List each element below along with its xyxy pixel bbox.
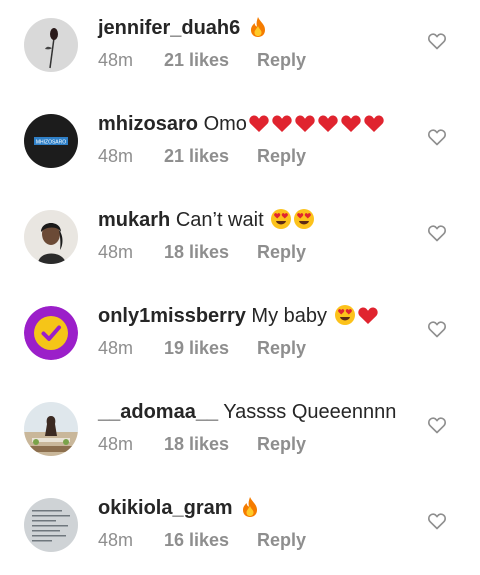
timestamp: 48m bbox=[98, 50, 134, 70]
comment-item: __adomaa__ Yassss Queeennnn 48m 18 likes R… bbox=[0, 384, 480, 480]
comments-list: jennifer_duah6 48m 21 likes Reply MHIZOSAR… bbox=[0, 0, 480, 575]
text-screenshot-avatar-image bbox=[24, 498, 78, 552]
comment-item: only1missberry My baby 48m 19 likes Reply bbox=[0, 288, 480, 384]
like-heart-icon[interactable] bbox=[427, 319, 447, 339]
likes-count[interactable]: 18 likes bbox=[164, 432, 257, 456]
reply-button[interactable]: Reply bbox=[257, 240, 306, 264]
red-heart-emoji-icon bbox=[363, 112, 385, 134]
username[interactable]: only1missberry bbox=[98, 305, 246, 327]
reply-button[interactable]: Reply bbox=[257, 528, 306, 552]
red-heart-emoji-icon bbox=[294, 112, 316, 134]
comment-meta: 48m 18 likes Reply bbox=[98, 240, 306, 264]
comment-text-line: mhizosaro Omo bbox=[98, 110, 385, 138]
heart-eyes-emoji-icon bbox=[293, 208, 315, 230]
heart-eyes-emoji-icon bbox=[334, 304, 356, 326]
likes-count[interactable]: 21 likes bbox=[164, 48, 257, 72]
username[interactable]: mhizosaro bbox=[98, 113, 198, 135]
avatar-logo-text: MHIZOSARO bbox=[36, 139, 66, 145]
like-heart-icon[interactable] bbox=[427, 223, 447, 243]
comment-meta: 48m 16 likes Reply bbox=[98, 528, 306, 552]
like-heart-icon[interactable] bbox=[427, 31, 447, 51]
username[interactable]: okikiola_gram bbox=[98, 497, 233, 519]
avatar[interactable] bbox=[24, 498, 78, 552]
reply-button[interactable]: Reply bbox=[257, 336, 306, 360]
comment-item: MHIZOSARO mhizosaro Omo 48m 21 likes Reply bbox=[0, 96, 480, 192]
red-heart-emoji-icon bbox=[357, 304, 379, 326]
comment-text: My baby bbox=[251, 305, 328, 327]
likes-count[interactable]: 18 likes bbox=[164, 240, 257, 264]
comment-item: jennifer_duah6 48m 21 likes Reply bbox=[0, 0, 480, 96]
comment-text-line: only1missberry My baby bbox=[98, 302, 379, 330]
portrait-avatar-image bbox=[24, 210, 78, 264]
beach-photo-avatar-image bbox=[24, 402, 78, 456]
comment-text-line: okikiola_gram bbox=[98, 494, 261, 522]
timestamp: 48m bbox=[98, 338, 134, 358]
username[interactable]: mukarh bbox=[98, 209, 170, 231]
red-heart-emoji-icon bbox=[248, 112, 270, 134]
red-heart-emoji-icon bbox=[271, 112, 293, 134]
heart-eyes-emoji-icon bbox=[270, 208, 292, 230]
likes-count[interactable]: 21 likes bbox=[164, 144, 257, 168]
timestamp: 48m bbox=[98, 530, 134, 550]
red-heart-emoji-icon bbox=[317, 112, 339, 134]
comment-meta: 48m 18 likes Reply bbox=[98, 432, 306, 456]
timestamp: 48m bbox=[98, 242, 134, 262]
comment-text: Can’t wait bbox=[175, 209, 264, 231]
reply-button[interactable]: Reply bbox=[257, 48, 306, 72]
rose-avatar-image bbox=[24, 18, 78, 72]
comment-meta: 48m 21 likes Reply bbox=[98, 144, 306, 168]
reply-button[interactable]: Reply bbox=[257, 144, 306, 168]
timestamp: 48m bbox=[98, 146, 134, 166]
comment-text-line: jennifer_duah6 bbox=[98, 14, 269, 42]
likes-count[interactable]: 16 likes bbox=[164, 528, 257, 552]
like-heart-icon[interactable] bbox=[427, 511, 447, 531]
avatar[interactable]: MHIZOSARO bbox=[24, 114, 78, 168]
like-heart-icon[interactable] bbox=[427, 127, 447, 147]
username[interactable]: jennifer_duah6 bbox=[98, 17, 240, 39]
comment-text-line: mukarh Can’t wait bbox=[98, 206, 315, 234]
avatar[interactable] bbox=[24, 18, 78, 72]
comment-text: Omo bbox=[203, 113, 247, 135]
comment-text: Yassss Queeennnn bbox=[223, 401, 397, 423]
avatar[interactable] bbox=[24, 402, 78, 456]
fire-emoji-icon bbox=[247, 16, 269, 38]
timestamp: 48m bbox=[98, 434, 134, 454]
red-heart-emoji-icon bbox=[340, 112, 362, 134]
avatar[interactable] bbox=[24, 210, 78, 264]
comment-meta: 48m 19 likes Reply bbox=[98, 336, 306, 360]
avatar[interactable] bbox=[24, 306, 78, 360]
reply-button[interactable]: Reply bbox=[257, 432, 306, 456]
fire-emoji-icon bbox=[239, 496, 261, 518]
check-badge-icon bbox=[24, 306, 78, 360]
likes-count[interactable]: 19 likes bbox=[164, 336, 257, 360]
like-heart-icon[interactable] bbox=[427, 415, 447, 435]
comment-item: okikiola_gram 48m 16 likes Reply bbox=[0, 480, 480, 575]
comment-text-line: __adomaa__ Yassss Queeennnn bbox=[98, 398, 396, 426]
logo-avatar-image: MHIZOSARO bbox=[24, 114, 78, 168]
comment-meta: 48m 21 likes Reply bbox=[98, 48, 306, 72]
comment-item: mukarh Can’t wait 48m 18 likes Reply bbox=[0, 192, 480, 288]
username[interactable]: __adomaa__ bbox=[98, 401, 218, 423]
